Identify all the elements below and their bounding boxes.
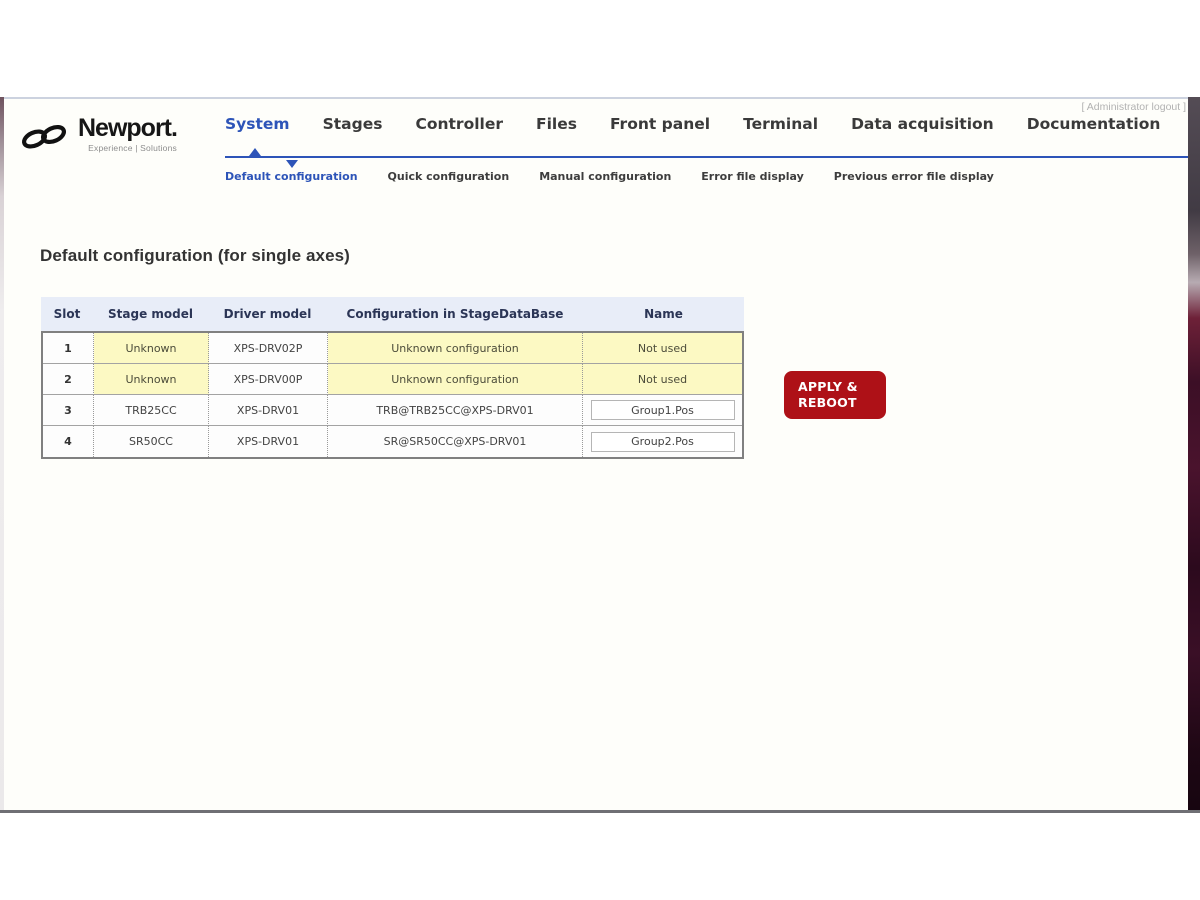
- table-row-slot-3: 3TRB25CCXPS-DRV01TRB@TRB25CC@XPS-DRV01: [43, 395, 742, 426]
- table-row-slot-2: 2UnknownXPS-DRV00PUnknown configurationN…: [43, 364, 742, 395]
- table-row-slot-1: 1UnknownXPS-DRV02PUnknown configurationN…: [43, 333, 742, 364]
- apply-reboot-label-line1: APPLY &: [798, 379, 858, 395]
- apply-reboot-button[interactable]: APPLY & REBOOT: [784, 371, 886, 419]
- right-edge-decoration: [1188, 97, 1200, 810]
- nav-underline: [225, 156, 1192, 158]
- driver-model-cell: XPS-DRV00P: [209, 364, 328, 395]
- configuration-cell: Unknown configuration: [328, 364, 583, 395]
- name-cell: [583, 395, 742, 426]
- driver-model-cell: XPS-DRV02P: [209, 333, 328, 364]
- table-header-row: SlotStage modelDriver modelConfiguration…: [41, 297, 744, 331]
- active-tab-up-arrow-icon: [249, 148, 261, 156]
- main-nav: System Stages Controller Files Front panel Te…: [225, 115, 1160, 133]
- default-configuration-table: SlotStage modelDriver modelConfiguration…: [41, 297, 744, 459]
- configuration-cell: Unknown configuration: [328, 333, 583, 364]
- slot-cell: 1: [43, 333, 94, 364]
- page-body: [ Administrator logout ] Newport. Experi…: [0, 97, 1200, 810]
- name-cell: Not used: [583, 364, 742, 395]
- driver-model-cell: XPS-DRV01: [209, 426, 328, 457]
- nav-tab-files[interactable]: Files: [536, 115, 577, 133]
- slot-cell: 3: [43, 395, 94, 426]
- left-edge-decoration: [0, 97, 4, 810]
- stage-model-cell: Unknown: [94, 333, 209, 364]
- logout-link[interactable]: [ Administrator logout ]: [1082, 101, 1186, 113]
- table-body: 1UnknownXPS-DRV02PUnknown configurationN…: [41, 331, 744, 459]
- nav-tab-stages[interactable]: Stages: [323, 115, 383, 133]
- stage-model-cell: TRB25CC: [94, 395, 209, 426]
- subnav-tab-quick-configuration[interactable]: Quick configuration: [388, 170, 510, 183]
- nav-tab-terminal[interactable]: Terminal: [743, 115, 818, 133]
- name-input-slot-4[interactable]: [591, 432, 735, 452]
- nav-tab-front-panel[interactable]: Front panel: [610, 115, 710, 133]
- name-cell: [583, 426, 742, 457]
- column-header-stage-model: Stage model: [93, 307, 208, 321]
- slot-cell: 4: [43, 426, 94, 457]
- logo-text: Newport. Experience | Solutions: [78, 115, 177, 153]
- brand-tagline: Experience | Solutions: [88, 143, 177, 153]
- stage-model-cell: SR50CC: [94, 426, 209, 457]
- active-subtab-down-arrow-icon: [286, 160, 298, 168]
- table-row-slot-4: 4SR50CCXPS-DRV01SR@SR50CC@XPS-DRV01: [43, 426, 742, 457]
- column-header-configuration-in-stagedatabase: Configuration in StageDataBase: [327, 307, 583, 321]
- column-header-slot: Slot: [41, 307, 93, 321]
- newport-swirl-icon: [20, 115, 70, 157]
- page-bottom-border: [0, 810, 1200, 813]
- column-header-driver-model: Driver model: [208, 307, 327, 321]
- subnav-tab-error-file-display[interactable]: Error file display: [701, 170, 803, 183]
- column-header-name: Name: [583, 307, 744, 321]
- brand-name: Newport.: [78, 115, 177, 141]
- screen: [ Administrator logout ] Newport. Experi…: [0, 0, 1200, 900]
- nav-tab-system[interactable]: System: [225, 115, 290, 133]
- name-cell: Not used: [583, 333, 742, 364]
- subnav-tab-previous-error-file-display[interactable]: Previous error file display: [834, 170, 994, 183]
- nav-tab-documentation[interactable]: Documentation: [1027, 115, 1161, 133]
- newport-logo: Newport. Experience | Solutions: [20, 115, 177, 157]
- page-title: Default configuration (for single axes): [40, 246, 350, 266]
- apply-reboot-label-line2: REBOOT: [798, 395, 857, 411]
- subnav-tab-manual-configuration[interactable]: Manual configuration: [539, 170, 671, 183]
- nav-tab-controller[interactable]: Controller: [415, 115, 503, 133]
- configuration-cell: TRB@TRB25CC@XPS-DRV01: [328, 395, 583, 426]
- configuration-cell: SR@SR50CC@XPS-DRV01: [328, 426, 583, 457]
- stage-model-cell: Unknown: [94, 364, 209, 395]
- driver-model-cell: XPS-DRV01: [209, 395, 328, 426]
- name-input-slot-3[interactable]: [591, 400, 735, 420]
- slot-cell: 2: [43, 364, 94, 395]
- subnav-tab-default-configuration[interactable]: Default configuration: [225, 170, 358, 183]
- nav-tab-data-acquisition[interactable]: Data acquisition: [851, 115, 994, 133]
- sub-nav: Default configuration Quick configuration…: [225, 170, 994, 183]
